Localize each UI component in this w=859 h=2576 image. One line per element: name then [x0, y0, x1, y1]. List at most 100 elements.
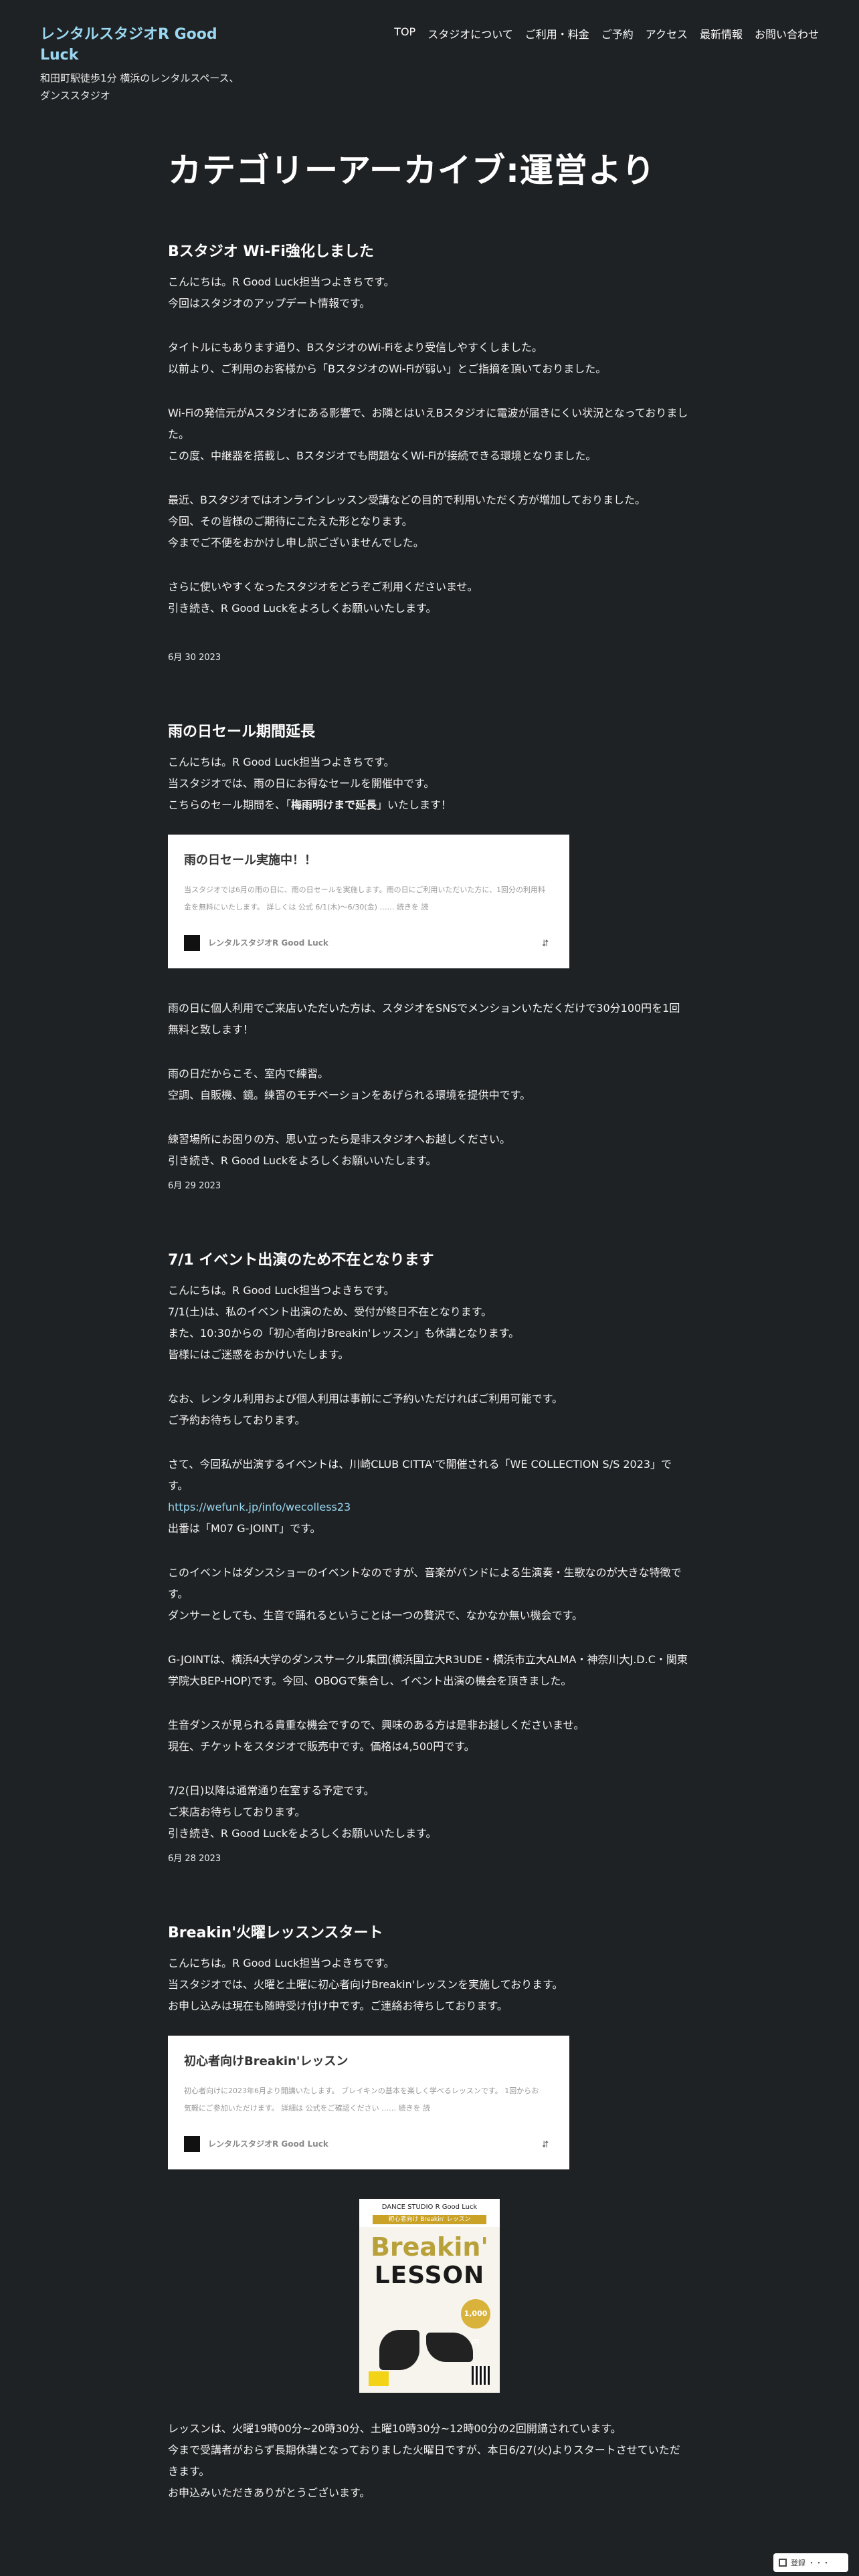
nav-item-access[interactable]: アクセス: [646, 25, 688, 41]
post-paragraph: さらに使いやすくなったスタジオをどうぞご利用くださいませ。 引き続き、R Goo…: [168, 576, 690, 619]
text-line: 練習場所にお困りの方、思い立ったら是非スタジオへお越しください。: [168, 1133, 511, 1146]
embed-site-name[interactable]: レンタルスタジオR Good Luck: [208, 2138, 328, 2150]
poster-studio-name: DANCE STUDIO R Good Luck: [381, 2204, 478, 2211]
text-line: 今まで受講者がおらず長期休講となっておりました火曜日ですが、本日6/27(火)よ…: [168, 2444, 680, 2478]
text-line: 引き続き、R Good Luckをよろしくお願いいたします。: [168, 602, 437, 615]
post-paragraph: 練習場所にお困りの方、思い立ったら是非スタジオへお越しください。 引き続き、R …: [168, 1129, 690, 1172]
post-paragraph: タイトルにもあります通り、BスタジオのWi-Fiをより受信しやすくしました。 以…: [168, 337, 690, 380]
site-logo-icon: [184, 2136, 200, 2152]
post: 雨の日セール期間延長 こんにちは。R Good Luck担当つよきちです。 当ス…: [168, 722, 690, 1193]
post: Breakin'火曜レッスンスタート こんにちは。R Good Luck担当つよ…: [168, 1923, 690, 2504]
text-line: こんにちは。R Good Luck担当つよきちです。: [168, 276, 395, 288]
lesson-poster-image[interactable]: DANCE STUDIO R Good Luck 初心者向け Breakin' …: [359, 2199, 500, 2393]
text-line: 皆様にはご迷惑をおかけいたします。: [168, 1348, 349, 1361]
text-line: 雨の日に個人利用でご来店いただいた方は、スタジオをSNSでメンションいただくだけ…: [168, 1002, 680, 1036]
event-link[interactable]: https://wefunk.jp/info/wecolless23: [168, 1497, 690, 1518]
post-title[interactable]: Breakin'火曜レッスンスタート: [168, 1923, 690, 1943]
embed-card[interactable]: 雨の日セール実施中！！ 当スタジオでは6月の雨の日に、雨の日セールを実施します。…: [168, 835, 569, 968]
text-line: レッスンは、火曜19時00分~20時30分、土曜10時30分~12時00分の2回…: [168, 2422, 622, 2435]
post-separator: [168, 665, 690, 722]
post-paragraph: このイベントはダンスショーのイベントなのですが、音楽がバンドによる生演奏・生歌な…: [168, 1562, 690, 1626]
nav-item-about[interactable]: スタジオについて: [427, 25, 513, 41]
post-paragraph: 生音ダンスが見られる貴重な機会ですので、興味のある方は是非お越しくださいませ。 …: [168, 1715, 690, 1757]
nav-item-reservation[interactable]: ご予約: [601, 25, 634, 41]
text-line: ご予約お待ちしております。: [168, 1414, 306, 1426]
text-line-with-bold: こちらのセール期間を、「梅雨明けまで延長」いたします！: [168, 794, 690, 816]
text-line: 空調、自販機、鏡。練習のモチベーションをあげられる環境を提供中です。: [168, 1089, 531, 1101]
text-line: 今までご不便をおかけし申し訳ございませんでした。: [168, 536, 424, 549]
post-paragraph: Wi-Fiの発信元がAスタジオにある影響で、お隣とはいえBスタジオに電波が届きに…: [168, 403, 690, 467]
follow-icon: [779, 2559, 787, 2567]
share-icon[interactable]: ⮃: [542, 2139, 549, 2150]
post-paragraph: こんにちは。R Good Luck担当つよきちです。 当スタジオでは、火曜と土曜…: [168, 1953, 690, 2017]
text-line: 引き続き、R Good Luckをよろしくお願いいたします。: [168, 1827, 437, 1840]
post-separator: [168, 1193, 690, 1251]
text-line: 最近、Bスタジオではオンラインレッスン受講などの目的で利用いただく方が増加してお…: [168, 494, 646, 506]
post-date[interactable]: 6月 28 2023: [168, 1852, 690, 1866]
nav-item-news[interactable]: 最新情報: [700, 25, 743, 41]
text-line: さらに使いやすくなったスタジオをどうぞご利用くださいませ。: [168, 580, 478, 593]
post-title[interactable]: Bスタジオ Wi-Fi強化しました: [168, 242, 690, 262]
qr-code-icon: [472, 2366, 490, 2385]
text-line: 雨の日だからこそ、室内で練習。: [168, 1067, 329, 1080]
text-line: なお、レンタル利用および個人利用は事前にご予約いただければご利用可能です。: [168, 1392, 563, 1405]
nav-item-top[interactable]: TOP: [394, 25, 415, 41]
post-title[interactable]: 7/1 イベント出演のため不在となります: [168, 1251, 690, 1271]
text-line: このイベントはダンスショーのイベントなのですが、音楽がバンドによる生演奏・生歌な…: [168, 1566, 682, 1600]
text-line: ダンサーとしても、生音で踊れるということは一つの贅沢で、なかなか無い機会です。: [168, 1609, 583, 1622]
poster-header: DANCE STUDIO R Good Luck 初心者向け Breakin' …: [359, 2199, 500, 2227]
post-paragraph: こんにちは。R Good Luck担当つよきちです。 7/1(土)は、私のイベン…: [168, 1280, 690, 1366]
text-line: 当スタジオでは、雨の日にお得なセールを開催中です。: [168, 777, 435, 790]
poster-price-badge: 1,000円: [461, 2299, 490, 2347]
text-suffix: 」いたします！: [377, 798, 452, 811]
nav-item-contact[interactable]: お問い合わせ: [755, 25, 819, 41]
post-paragraph: こんにちは。R Good Luck担当つよきちです。 当スタジオでは、雨の日にお…: [168, 752, 690, 816]
text-line: タイトルにもあります通り、BスタジオのWi-Fiをより受信しやすくしました。: [168, 341, 543, 354]
text-line: 今回、その皆様のご期待にこたえた形となります。: [168, 515, 413, 528]
bold-phrase: 梅雨明けまで延長: [291, 798, 377, 811]
embed-title[interactable]: 初心者向けBreakin'レッスン: [184, 2053, 348, 2070]
post-paragraph: 7/2(日)以降は通常通り在室する予定です。 ご来店お待ちしております。 引き続…: [168, 1780, 690, 1844]
text-line: こんにちは。R Good Luck担当つよきちです。: [168, 1284, 395, 1297]
embed-site-name[interactable]: レンタルスタジオR Good Luck: [208, 937, 328, 949]
text-line: 今回はスタジオのアップデート情報です。: [168, 297, 371, 310]
post-paragraph: レッスンは、火曜19時00分~20時30分、土曜10時30分~12時00分の2回…: [168, 2418, 690, 2504]
text-prefix: こちらのセール期間を、「: [168, 798, 292, 811]
site-title[interactable]: レンタルスタジオR Good Luck: [40, 24, 234, 66]
text-line: お申し込みは現在も随時受け付け中です。ご連絡お待ちしております。: [168, 2000, 508, 2012]
poster-strip: 初心者向け Breakin' レッスン: [373, 2215, 486, 2224]
text-line: G-JOINTは、横浜4大学のダンスサークル集団(横浜国立大R3UDE・横浜市立…: [168, 1653, 688, 1687]
embed-excerpt: 初心者向けに2023年6月より開講いたします。 ブレイキンの基本を楽しく学べるレ…: [184, 2086, 539, 2113]
text-line: 生音ダンスが見られる貴重な機会ですので、興味のある方は是非お越しくださいませ。: [168, 1719, 585, 1731]
post-paragraph: 最近、Bスタジオではオンラインレッスン受講などの目的で利用いただく方が増加してお…: [168, 490, 690, 554]
text-line: また、10:30からの「初心者向けBreakin'レッスン」も休講となります。: [168, 1327, 520, 1339]
post-paragraph: 雨の日に個人利用でご来店いただいた方は、スタジオをSNSでメンションいただくだけ…: [168, 998, 690, 1041]
follow-badge[interactable]: 登録 ・・・: [773, 2553, 848, 2572]
text-line: こんにちは。R Good Luck担当つよきちです。: [168, 1957, 395, 1969]
post-title[interactable]: 雨の日セール期間延長: [168, 722, 690, 742]
post-separator: [168, 1866, 690, 1923]
post-paragraph: こんにちは。R Good Luck担当つよきちです。 今回はスタジオのアップデー…: [168, 272, 690, 314]
nav-item-pricing[interactable]: ご利用・料金: [525, 25, 589, 41]
post-date[interactable]: 6月 29 2023: [168, 1180, 690, 1193]
poster-subtitle: LESSON: [374, 2262, 485, 2289]
post-date[interactable]: 6月 30 2023: [168, 651, 690, 665]
poster-title: Breakin': [370, 2232, 489, 2262]
site-description: 和田町駅徒歩1分 横浜のレンタルスペース、ダンススタジオ: [40, 72, 240, 102]
text-line: 7/2(日)以降は通常通り在室する予定です。: [168, 1784, 375, 1797]
post-paragraph: さて、今回私が出演するイベントは、川崎CLUB CITTA'で開催される「WE …: [168, 1454, 690, 1539]
main-content: カテゴリーアーカイブ:運営より Bスタジオ Wi-Fi強化しました こんにちは。…: [168, 147, 690, 2527]
text-line: 当スタジオでは、火曜と土曜に初心者向けBreakin'レッスンを実施しております…: [168, 1978, 563, 1991]
text-line: こんにちは。R Good Luck担当つよきちです。: [168, 756, 395, 768]
embed-title[interactable]: 雨の日セール実施中！！: [184, 852, 316, 869]
share-icon[interactable]: ⮃: [542, 938, 549, 949]
text-line: 出番は「M07 G-JOINT」です。: [168, 1522, 321, 1535]
post: Bスタジオ Wi-Fi強化しました こんにちは。R Good Luck担当つよき…: [168, 242, 690, 665]
post-paragraph: G-JOINTは、横浜4大学のダンスサークル集団(横浜国立大R3UDE・横浜市立…: [168, 1649, 690, 1692]
site-header: レンタルスタジオR Good Luck 和田町駅徒歩1分 横浜のレンタルスペース…: [0, 0, 859, 134]
embed-card[interactable]: 初心者向けBreakin'レッスン 初心者向けに2023年6月より開講いたします…: [168, 2036, 569, 2169]
archive-title: カテゴリーアーカイブ:運営より: [168, 151, 656, 190]
main-nav: TOP スタジオについて ご利用・料金 ご予約 アクセス 最新情報 お問い合わせ: [394, 25, 819, 41]
text-line: 7/1(土)は、私のイベント出演のため、受付が終日不在となります。: [168, 1305, 492, 1318]
dancer-figure-icon: [426, 2333, 473, 2362]
